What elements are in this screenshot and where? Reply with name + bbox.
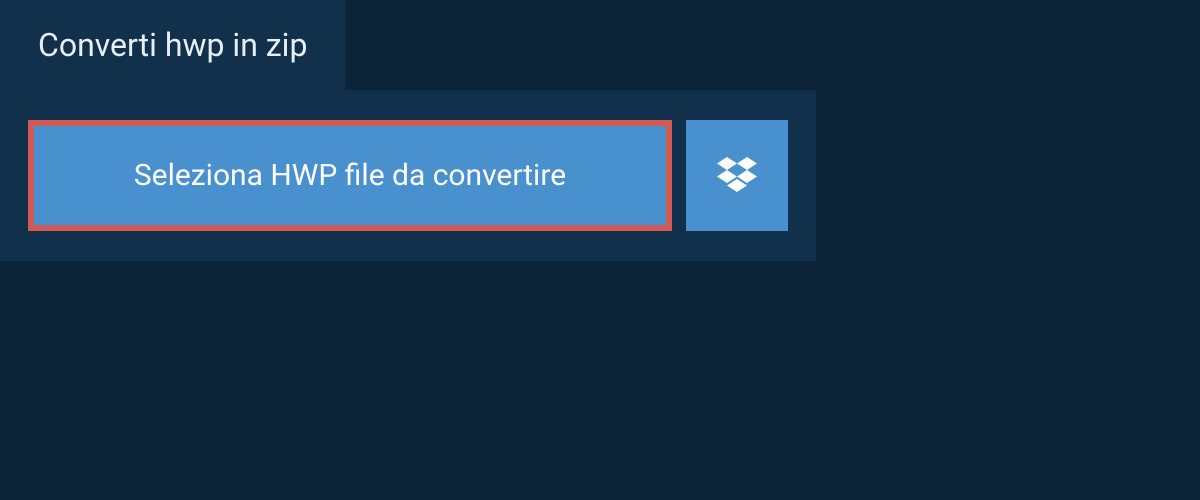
dropbox-icon [717, 157, 757, 195]
select-file-label: Seleziona HWP file da convertire [134, 158, 566, 193]
select-file-button[interactable]: Seleziona HWP file da convertire [28, 120, 672, 231]
tab-bar: Converti hwp in zip [0, 0, 1200, 90]
tab-convert[interactable]: Converti hwp in zip [0, 0, 345, 90]
content-panel: Seleziona HWP file da convertire [0, 90, 816, 261]
dropbox-button[interactable] [686, 120, 788, 231]
tab-label: Converti hwp in zip [38, 26, 307, 64]
